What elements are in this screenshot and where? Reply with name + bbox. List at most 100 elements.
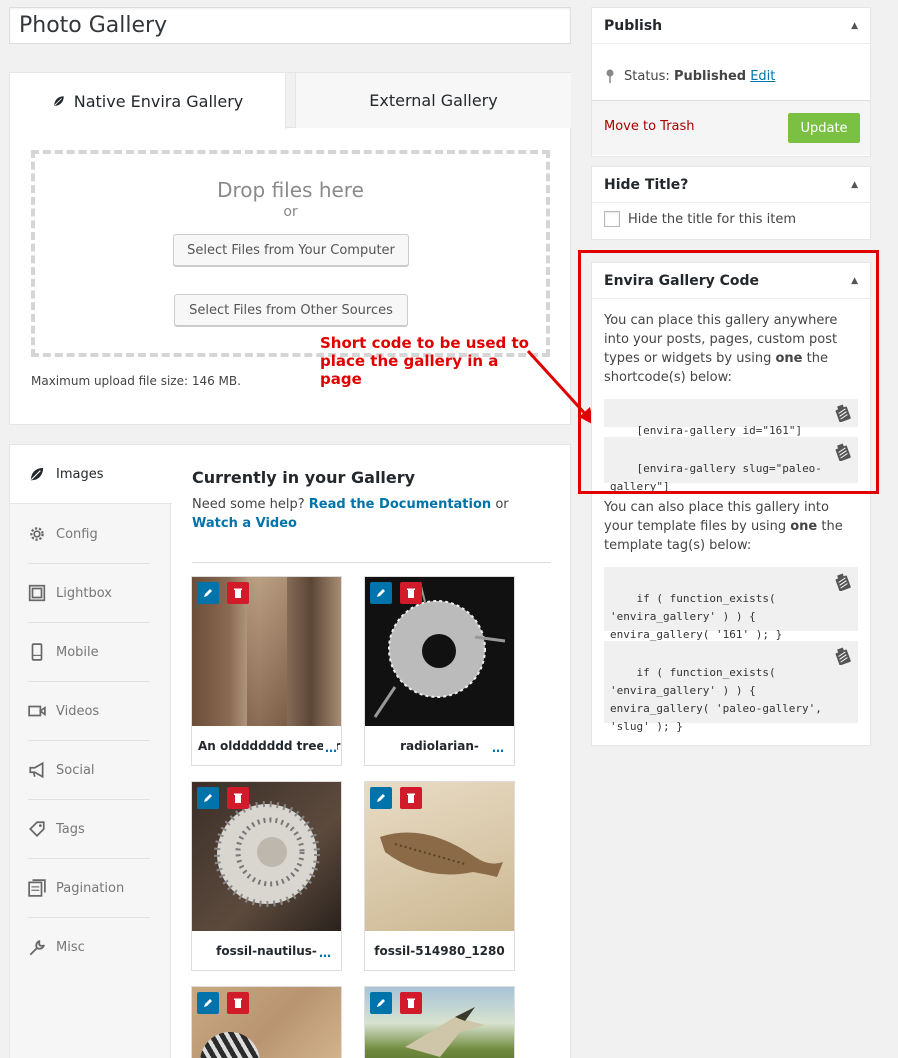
nav-item-label: Lightbox <box>56 585 112 601</box>
gallery-section-title: Currently in your Gallery <box>192 468 416 487</box>
pencil-icon <box>377 999 385 1007</box>
post-title-input[interactable]: Photo Gallery <box>9 7 571 44</box>
video-icon <box>28 705 46 717</box>
trash-icon <box>234 998 242 1008</box>
drop-title: Drop files here <box>217 178 364 202</box>
shortcode-highlight-frame <box>578 250 879 494</box>
copy-clipboard-icon[interactable] <box>834 573 852 591</box>
publish-box-title: Publish <box>604 17 663 34</box>
status-value: Published <box>673 68 747 84</box>
trash-icon <box>407 793 415 803</box>
nav-item-misc[interactable]: Misc <box>28 918 150 977</box>
nav-item-lightbox[interactable]: Lightbox <box>28 564 150 623</box>
gallery-image-item[interactable]: fossil-514980_1280 <box>364 781 515 971</box>
help-prefix: Need some help? <box>192 497 305 512</box>
nav-item-mobile[interactable]: Mobile <box>28 623 150 682</box>
template-tag-id: if ( function_exists( 'envira_gallery' )… <box>610 592 783 641</box>
hide-title-checkbox[interactable] <box>604 211 620 227</box>
divider <box>192 562 551 563</box>
trash-icon <box>234 793 242 803</box>
leaf-icon <box>53 95 65 107</box>
gear-icon <box>30 527 44 541</box>
pencil-icon <box>377 589 385 597</box>
nav-item-label: Social <box>56 762 95 778</box>
nav-item-label: Pagination <box>56 880 125 896</box>
publish-box-header[interactable]: Publish ▲ <box>592 8 870 44</box>
gallery-image-item[interactable]: An olddddddd tree tru … <box>191 576 342 766</box>
nav-item-label: Videos <box>56 703 100 719</box>
select-from-other-sources-button[interactable]: Select Files from Other Sources <box>174 294 408 326</box>
delete-image-button[interactable] <box>227 787 249 809</box>
edit-image-button[interactable] <box>370 992 392 1014</box>
image-caption: An olddddddd tree tru <box>198 739 341 753</box>
gallery-image-item[interactable] <box>364 986 515 1058</box>
settings-side-nav: Images Config Lightbox Mobile Videos Soc… <box>10 445 172 1058</box>
hide-title-box: Hide Title? ▲ Hide the title for this it… <box>591 166 871 240</box>
tab-label: External Gallery <box>369 91 498 110</box>
edit-image-button[interactable] <box>197 582 219 604</box>
gallery-image-item[interactable]: radiolarian- … <box>364 576 515 766</box>
edit-image-button[interactable] <box>197 992 219 1014</box>
leaf-icon <box>29 466 45 482</box>
pencil-icon <box>377 794 385 802</box>
status-label: Status: <box>624 68 670 84</box>
update-button[interactable]: Update <box>788 113 860 143</box>
template-emphasis: one <box>790 519 818 534</box>
hide-title-option: Hide the title for this item <box>604 211 796 227</box>
delete-image-button[interactable] <box>400 582 422 604</box>
wrench-icon <box>29 939 46 955</box>
annotation-text: Short code to be used to place the galle… <box>320 334 529 388</box>
nav-item-images[interactable]: Images <box>10 445 172 504</box>
drop-or: or <box>283 204 298 220</box>
publish-actions: Move to Trash Update <box>592 100 870 155</box>
edit-image-button[interactable] <box>370 787 392 809</box>
lightbox-icon <box>28 584 46 602</box>
select-from-computer-button[interactable]: Select Files from Your Computer <box>173 234 409 266</box>
nav-item-label: Images <box>56 466 104 482</box>
template-tag-slug: if ( function_exists( 'envira_gallery' )… <box>610 666 829 733</box>
copy-clipboard-icon[interactable] <box>834 647 852 665</box>
tab-native-envira-gallery[interactable]: Native Envira Gallery <box>10 73 286 129</box>
watch-video-link[interactable]: Watch a Video <box>192 516 297 531</box>
post-status: Status: Published Edit <box>604 68 775 84</box>
gallery-image-item[interactable] <box>191 986 342 1058</box>
edit-image-button[interactable] <box>370 582 392 604</box>
delete-image-button[interactable] <box>400 787 422 809</box>
caption-more[interactable]: … <box>317 946 331 960</box>
hide-title-box-header[interactable]: Hide Title? ▲ <box>592 167 870 203</box>
read-documentation-link[interactable]: Read the Documentation <box>309 497 491 512</box>
max-upload-size: Maximum upload file size: 146 MB. <box>31 374 241 388</box>
caption-more[interactable]: … <box>323 741 337 755</box>
hide-title-box-title: Hide Title? <box>604 176 689 193</box>
tab-external-gallery[interactable]: External Gallery <box>295 73 571 128</box>
delete-image-button[interactable] <box>227 582 249 604</box>
mobile-icon <box>31 643 43 661</box>
pagination-icon <box>28 879 46 897</box>
tag-icon <box>29 821 45 837</box>
delete-image-button[interactable] <box>400 992 422 1014</box>
template-id-block: if ( function_exists( 'envira_gallery' )… <box>604 567 858 641</box>
hide-title-label: Hide the title for this item <box>628 211 797 227</box>
nav-item-tags[interactable]: Tags <box>28 800 150 859</box>
pencil-icon <box>204 999 212 1007</box>
caption-more[interactable]: … <box>490 741 504 755</box>
trash-icon <box>234 588 242 598</box>
nav-item-pagination[interactable]: Pagination <box>28 859 150 918</box>
nav-item-config[interactable]: Config <box>28 505 150 564</box>
image-caption: fossil-514980_1280 <box>374 944 505 958</box>
megaphone-icon <box>29 761 44 779</box>
nav-item-label: Misc <box>56 940 85 955</box>
delete-image-button[interactable] <box>227 992 249 1014</box>
nav-item-social[interactable]: Social <box>28 741 150 800</box>
nav-item-videos[interactable]: Videos <box>28 682 150 741</box>
edit-image-button[interactable] <box>197 787 219 809</box>
gallery-image-item[interactable]: fossil-nautilus- … <box>191 781 342 971</box>
template-slug-block: if ( function_exists( 'envira_gallery' )… <box>604 641 858 733</box>
edit-status-link[interactable]: Edit <box>750 69 775 84</box>
trash-icon <box>407 998 415 1008</box>
collapse-caret-icon[interactable]: ▲ <box>851 21 858 31</box>
gallery-help-text: Need some help? Read the Documentation o… <box>192 495 552 533</box>
nav-item-label: Tags <box>56 821 85 837</box>
move-to-trash-link[interactable]: Move to Trash <box>604 119 695 134</box>
collapse-caret-icon[interactable]: ▲ <box>851 180 858 190</box>
